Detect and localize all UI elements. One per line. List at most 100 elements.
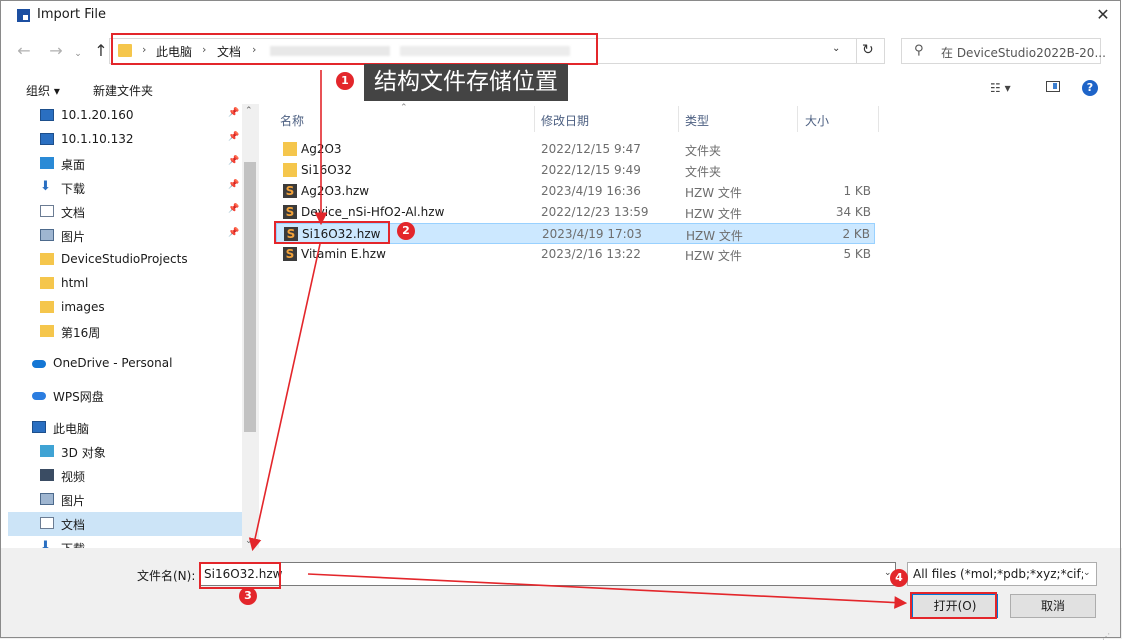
hzw-file-icon: S (283, 247, 297, 261)
sidebar-item[interactable]: ⬇ 下载 📌 (8, 176, 242, 200)
title-bar: Import File ✕ (0, 0, 1122, 32)
picture-icon (40, 493, 54, 505)
recent-locations-chevron-icon[interactable]: ⌄ (72, 43, 84, 65)
filename-label: 文件名(N): (137, 569, 196, 583)
scroll-down-icon[interactable]: ⌄ (245, 536, 253, 546)
file-size: 1 KB (843, 184, 871, 198)
preview-pane-icon[interactable] (1046, 81, 1060, 92)
sidebar-item-label: 第16周 (61, 326, 101, 340)
sidebar-item[interactable]: 10.1.10.132 📌 (8, 128, 242, 152)
column-divider[interactable] (878, 106, 879, 132)
cancel-button[interactable]: 取消 (1010, 594, 1096, 618)
computer-icon (32, 421, 46, 433)
folder-icon (283, 142, 297, 156)
search-icon: ⚲ (914, 43, 924, 58)
sidebar-item[interactable]: 视频 (8, 464, 242, 488)
organize-button[interactable]: 组织 ▾ (26, 82, 60, 99)
view-options-icon[interactable]: ☷ ▾ (990, 81, 1011, 95)
folder-icon (40, 325, 54, 337)
sidebar-item-label: 下载 (61, 182, 86, 196)
file-row[interactable]: S Ag2O3.hzw 2023/4/19 16:36 HZW 文件 1 KB (276, 181, 875, 202)
sidebar-item[interactable]: 第16周 (8, 320, 242, 344)
sidebar-item[interactable]: 文档 (8, 512, 242, 536)
onedrive-icon (32, 360, 46, 368)
nav-scrollbar-thumb[interactable] (244, 162, 256, 432)
file-modified: 2023/2/16 13:22 (541, 247, 641, 261)
desktop-icon (40, 157, 54, 169)
annotation-badge-1: 1 (336, 72, 354, 90)
sidebar-item[interactable]: 3D 对象 (8, 440, 242, 464)
hzw-file-icon: S (283, 184, 297, 198)
column-header-name[interactable]: 名称 (280, 112, 304, 138)
sidebar-item[interactable]: DeviceStudioProjects (8, 248, 242, 272)
chevron-down-icon[interactable]: ⌄ (1083, 568, 1091, 578)
sidebar-item-label: OneDrive - Personal (53, 356, 173, 370)
forward-arrow-icon[interactable]: → (45, 40, 67, 62)
sidebar-item[interactable]: ⬇ 下载 (8, 536, 242, 548)
sidebar-item[interactable]: 文档 📌 (8, 200, 242, 224)
file-size: 2 KB (842, 227, 870, 241)
pin-icon: 📌 (228, 108, 240, 118)
column-header-modified[interactable]: 修改日期 (541, 112, 589, 138)
pin-icon: 📌 (228, 204, 240, 214)
file-size: 5 KB (843, 247, 871, 261)
sidebar-item-label: 3D 对象 (61, 446, 106, 460)
app-icon (17, 9, 30, 22)
file-name: Ag2O3.hzw (301, 184, 370, 198)
window-title: Import File (37, 7, 107, 22)
help-icon[interactable]: ? (1082, 80, 1098, 96)
sidebar-item[interactable]: 桌面 📌 (8, 152, 242, 176)
sidebar-item[interactable]: 图片 (8, 488, 242, 512)
picture-icon (40, 229, 54, 241)
download-icon: ⬇ (40, 539, 51, 548)
file-name: Si16O32 (301, 163, 352, 177)
sidebar-item-label: 下载 (61, 540, 85, 548)
column-divider[interactable] (534, 106, 535, 132)
sidebar-item-label: 视频 (61, 470, 86, 484)
new-folder-button[interactable]: 新建文件夹 (93, 82, 153, 99)
file-row[interactable]: Ag2O3 2022/12/15 9:47 文件夹 (276, 139, 875, 160)
sidebar-item[interactable]: OneDrive - Personal (8, 352, 242, 376)
column-header-size[interactable]: 大小 (805, 112, 829, 138)
file-type-select[interactable]: All files (*mol;*pdb;*xyz;*cif;* ⌄ (907, 562, 1097, 586)
chevron-down-icon[interactable]: ⌄ (832, 43, 840, 54)
back-arrow-icon[interactable]: ← (13, 40, 35, 62)
file-type: HZW 文件 (685, 186, 742, 200)
annotation-box-filename (199, 562, 281, 589)
sidebar-item-label: 图片 (61, 230, 86, 244)
refresh-icon[interactable]: ↻ (862, 42, 874, 58)
column-header-type[interactable]: 类型 (685, 112, 709, 138)
sidebar-item[interactable]: WPS网盘 (8, 384, 242, 408)
annotation-box-address (111, 33, 598, 65)
pin-icon: 📌 (228, 180, 240, 190)
file-name: Ag2O3 (301, 142, 342, 156)
search-input[interactable]: ⚲ 在 DeviceStudio2022B-20... (901, 38, 1106, 64)
divider (856, 39, 857, 63)
scroll-up-icon[interactable]: ⌃ (245, 106, 253, 116)
file-name: Vitamin E.hzw (301, 247, 386, 261)
sidebar-item[interactable]: 图片 📌 (8, 224, 242, 248)
sidebar-item[interactable]: 10.1.20.160 📌 (8, 104, 242, 128)
file-row[interactable]: Si16O32 2022/12/15 9:49 文件夹 (276, 160, 875, 181)
sidebar-item[interactable]: 此电脑 (8, 416, 242, 440)
folder-icon (40, 301, 54, 313)
document-icon (40, 517, 54, 529)
filename-input[interactable]: Si16O32.hzw ⌄ (199, 562, 896, 586)
annotation-badge-4: 4 (890, 569, 908, 587)
resize-grip-icon[interactable]: ⋰ (1102, 632, 1110, 641)
file-modified: 2023/4/19 16:36 (541, 184, 641, 198)
column-divider[interactable] (678, 106, 679, 132)
sidebar-item[interactable]: html (8, 272, 242, 296)
sidebar-item-label: DeviceStudioProjects (61, 252, 188, 266)
file-modified: 2022/12/15 9:47 (541, 142, 641, 156)
file-row[interactable]: S Device_nSi-HfO2-Al.hzw 2022/12/23 13:59 H… (276, 202, 875, 223)
file-row[interactable]: S Vitamin E.hzw 2023/2/16 13:22 HZW 文件 5 KB (276, 244, 875, 265)
column-divider[interactable] (797, 106, 798, 132)
monitor-icon (40, 109, 54, 121)
close-button[interactable]: ✕ (1092, 4, 1114, 26)
file-type: HZW 文件 (686, 229, 743, 243)
sidebar-item[interactable]: images (8, 296, 242, 320)
annotation-badge-3: 3 (239, 587, 257, 605)
sort-ascending-icon: ⌃ (400, 103, 408, 113)
annotation-box-file (274, 221, 390, 244)
